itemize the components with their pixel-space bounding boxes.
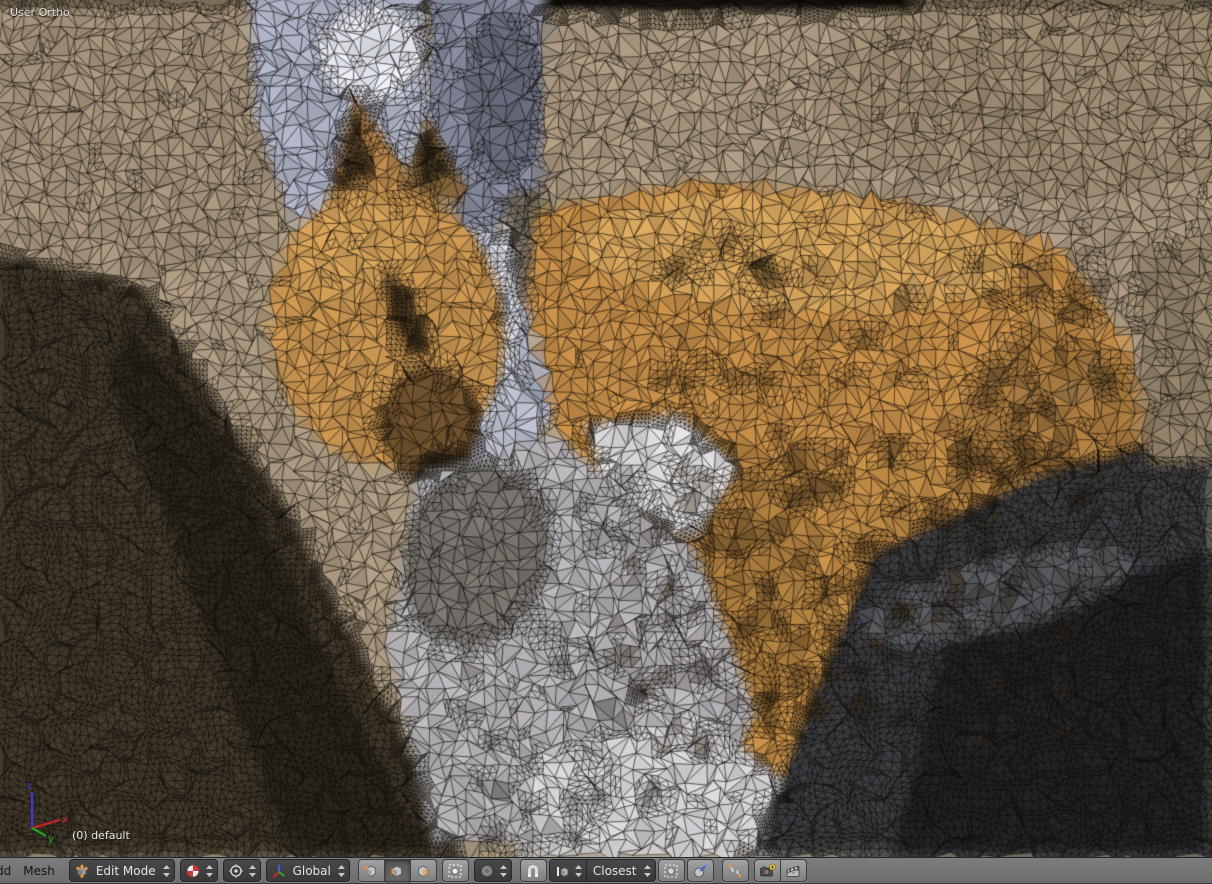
transform-orientation-dropdown[interactable]: Global bbox=[265, 859, 350, 882]
proportional-stepper-arrows[interactable] bbox=[499, 864, 508, 878]
opengl-render-camera-icon bbox=[759, 863, 776, 876]
face-select-button[interactable] bbox=[410, 859, 437, 882]
pivot-point-dropdown[interactable] bbox=[222, 859, 261, 882]
active-object-label: (0) default bbox=[72, 829, 130, 842]
view-name-label: User Ortho bbox=[10, 6, 70, 19]
viewport-header[interactable]: dd Mesh Edit Mode bbox=[0, 857, 1212, 884]
opengl-render-image-button[interactable] bbox=[753, 859, 781, 882]
magnet-icon bbox=[528, 864, 539, 877]
snap-element-cube-icon bbox=[556, 866, 569, 877]
y-axis-line bbox=[31, 827, 47, 837]
menu-mesh[interactable]: Mesh bbox=[23, 864, 55, 878]
automerge-editing-button[interactable] bbox=[721, 859, 749, 882]
limit-selection-to-visible-button[interactable] bbox=[441, 859, 469, 882]
snap-target-dropdown[interactable]: Closest bbox=[586, 859, 656, 882]
editmode-cube-icon bbox=[76, 864, 88, 878]
x-axis-label: x bbox=[62, 815, 68, 826]
median-point-icon bbox=[228, 863, 243, 878]
opengl-render-animation-button[interactable] bbox=[780, 859, 807, 882]
viewport-shading-dropdown[interactable] bbox=[179, 859, 218, 882]
proportional-editing-dropdown[interactable] bbox=[473, 859, 512, 882]
snap-align-rotation-pin-icon bbox=[694, 863, 708, 877]
orientation-stepper-arrows[interactable] bbox=[337, 864, 346, 878]
vertex-select-button[interactable] bbox=[357, 859, 385, 882]
limit-selection-to-visible-icon bbox=[448, 863, 462, 878]
opengl-render-clapper-icon bbox=[786, 865, 800, 877]
mesh-scene-canvas[interactable] bbox=[0, 0, 1212, 857]
axis-tripod-icon bbox=[272, 864, 285, 878]
mode-stepper-arrows[interactable] bbox=[162, 864, 171, 878]
snap-align-rotation-button[interactable] bbox=[686, 859, 714, 882]
opengl-render-buttons bbox=[753, 859, 807, 882]
z-axis-label: z bbox=[27, 781, 32, 792]
snap-peel-object-icon bbox=[664, 863, 678, 878]
orientation-dropdown-label: Global bbox=[292, 863, 331, 878]
shading-stepper-arrows[interactable] bbox=[205, 864, 214, 878]
y-axis-label: y bbox=[48, 834, 54, 844]
snap-peel-object-button[interactable] bbox=[657, 859, 685, 882]
snap-element-stepper-arrows[interactable] bbox=[574, 864, 583, 878]
face-select-cube-icon bbox=[418, 865, 429, 877]
mini-axis-gizmo: z x y bbox=[27, 781, 68, 844]
snap-settings-group: Closest bbox=[548, 859, 656, 882]
textured-shading-sphere-icon bbox=[186, 864, 199, 877]
edge-select-cube-icon bbox=[391, 865, 403, 877]
mode-dropdown-label: Edit Mode bbox=[95, 863, 156, 878]
vertex-select-cube-icon bbox=[365, 865, 377, 877]
pivot-stepper-arrows[interactable] bbox=[248, 864, 257, 878]
menu-add[interactable]: dd bbox=[0, 864, 11, 878]
snap-target-stepper-arrows[interactable] bbox=[643, 864, 652, 878]
proportional-editing-off-icon bbox=[480, 864, 493, 877]
select-mode-buttons bbox=[357, 859, 437, 882]
x-axis-line bbox=[31, 818, 61, 830]
snap-target-dropdown-label: Closest bbox=[592, 863, 637, 878]
3d-viewport[interactable]: User Ortho z x y (0) default bbox=[0, 0, 1212, 857]
snap-toggle-button[interactable] bbox=[519, 859, 547, 882]
snap-element-dropdown[interactable] bbox=[548, 859, 587, 882]
automerge-arrows-icon bbox=[728, 864, 742, 877]
edge-select-button[interactable] bbox=[384, 859, 411, 882]
mode-dropdown[interactable]: Edit Mode bbox=[68, 859, 175, 882]
